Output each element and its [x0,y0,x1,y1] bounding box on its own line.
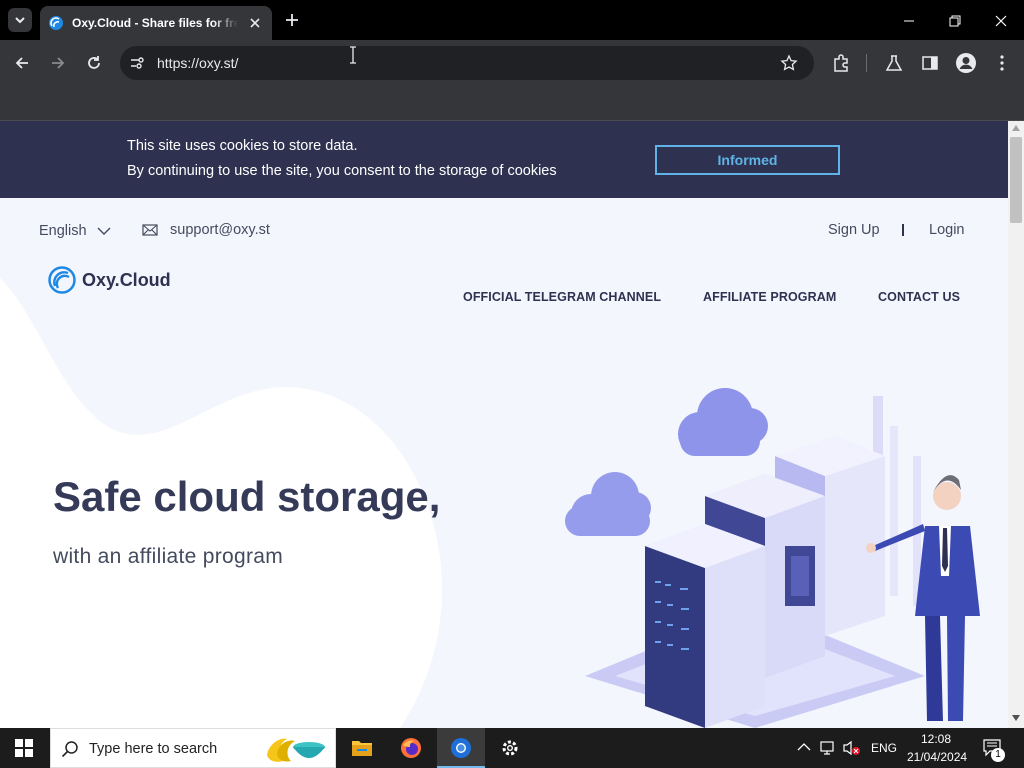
chrome-taskbar-button[interactable] [437,728,485,768]
taskbar-search-box[interactable]: Type here to search [50,728,336,768]
windows-taskbar: Type here to search ENG 12:08 21/04/2024… [0,728,1024,768]
side-panel-icon[interactable] [920,53,940,73]
notification-count: 1 [995,749,1001,760]
firefox-icon[interactable] [400,737,422,759]
network-icon[interactable] [820,740,838,756]
new-tab-icon[interactable] [282,10,302,30]
address-bar[interactable]: https://oxy.st/ [120,46,814,80]
browser-toolbar: https://oxy.st/ [0,40,1024,86]
volume-muted-icon[interactable] [843,740,861,756]
hero-subtitle: with an affiliate program [53,545,284,568]
labs-flask-icon[interactable] [884,53,904,73]
chrome-icon [450,737,472,759]
url-text[interactable]: https://oxy.st/ [157,55,238,71]
brand-name: Oxy.Cloud [82,269,171,290]
tab-title: Oxy.Cloud - Share files for free [72,16,238,30]
forward-icon[interactable] [48,53,68,73]
tab-close-icon[interactable] [246,14,264,32]
scroll-up-icon[interactable] [1012,125,1020,131]
search-icon [61,740,79,758]
oxy-logo-icon [48,266,76,294]
login-link[interactable]: Login [929,222,964,238]
browser-tab[interactable]: Oxy.Cloud - Share files for free [40,6,272,40]
oxy-favicon-icon [48,15,64,31]
cloud-icon [678,388,768,456]
cookie-text-line1: This site uses cookies to store data. [127,138,358,154]
menu-telegram-channel[interactable]: OFFICIAL TELEGRAM CHANNEL [463,290,661,304]
tab-strip: Oxy.Cloud - Share files for free [0,0,1024,40]
menu-contact-us[interactable]: CONTACT US [878,290,960,304]
cookie-text-line2: By continuing to use the site, you conse… [127,163,557,179]
clock-time[interactable]: 12:08 [921,732,951,746]
bookmark-star-icon[interactable] [780,54,798,72]
tab-search-icon[interactable] [8,8,32,32]
site-info-icon[interactable] [129,55,145,71]
chevron-down-icon [97,226,111,236]
search-placeholder: Type here to search [89,741,218,757]
sign-up-link[interactable]: Sign Up [828,222,880,238]
toolbar-divider [866,54,867,72]
minimize-icon[interactable] [900,12,918,30]
text-cursor-icon [348,46,358,64]
mail-icon [142,224,158,236]
page-scrollbar[interactable] [1008,121,1024,728]
scroll-down-icon[interactable] [1012,715,1020,721]
banana-bowl-icon [263,733,327,765]
support-email-text: support@oxy.st [170,222,270,238]
web-page: This site uses cookies to store data. By… [0,121,1008,728]
restore-icon[interactable] [946,12,964,30]
window-close-icon[interactable] [992,12,1010,30]
language-selector[interactable]: English [39,223,111,239]
nav-divider [902,224,904,236]
input-language[interactable]: ENG [871,741,897,755]
clock-date[interactable]: 21/04/2024 [907,750,967,764]
language-label: English [39,223,87,239]
windows-start-icon[interactable] [15,739,33,757]
extensions-icon[interactable] [831,53,851,73]
support-email-link[interactable]: support@oxy.st [142,222,270,238]
notification-count-badge: 1 [991,748,1005,762]
back-icon[interactable] [12,53,32,73]
server-illustration [565,388,980,728]
bookmarks-bar [0,86,1024,121]
profile-avatar-icon[interactable] [955,52,977,74]
chrome-menu-icon[interactable] [992,53,1012,73]
cookie-banner: This site uses cookies to store data. By… [0,121,1008,198]
menu-affiliate-program[interactable]: AFFILIATE PROGRAM [703,290,836,304]
brand-logo[interactable]: Oxy.Cloud [48,266,171,294]
scrollbar-thumb[interactable] [1010,137,1022,223]
reload-icon[interactable] [84,53,104,73]
file-explorer-icon[interactable] [351,738,373,758]
tray-chevron-up-icon[interactable] [797,742,811,752]
hero-title: Safe cloud storage, [53,473,441,520]
settings-gear-icon[interactable] [499,737,521,759]
informed-button[interactable]: Informed [655,145,840,175]
